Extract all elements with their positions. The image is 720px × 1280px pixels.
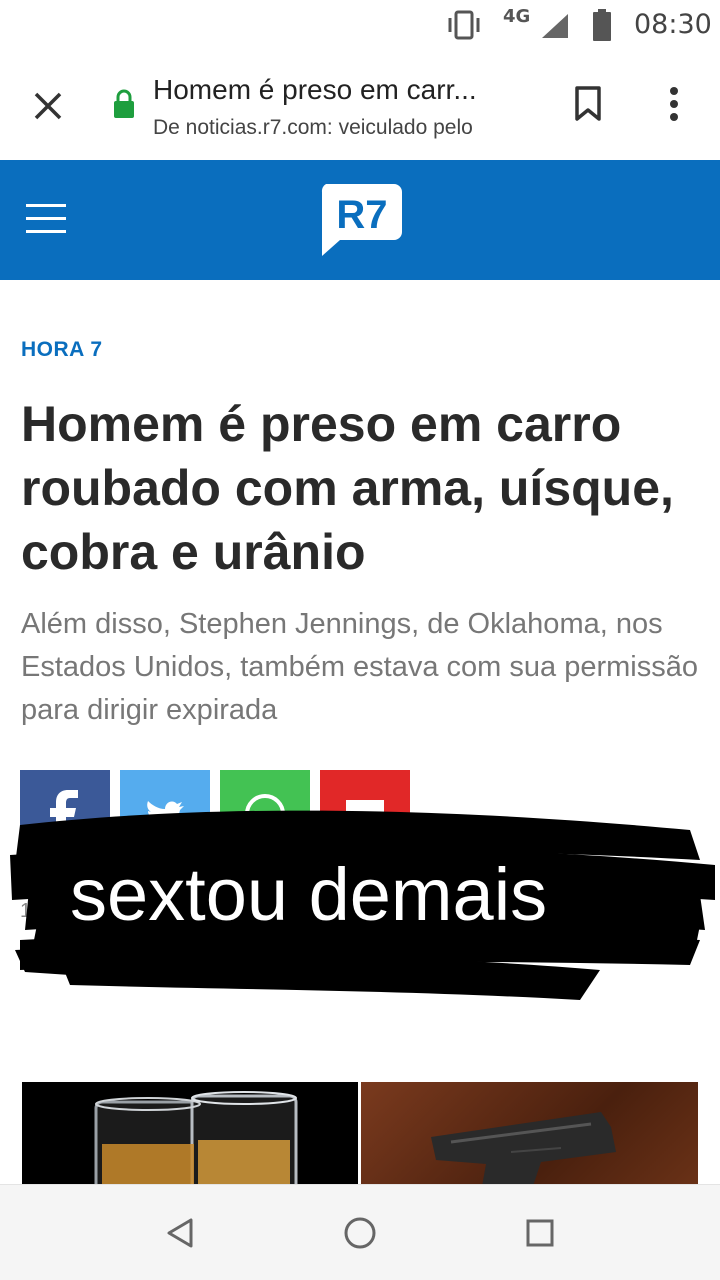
page-url[interactable]: De noticias.r7.com: veiculado pelo bbox=[153, 116, 473, 140]
home-button[interactable] bbox=[338, 1211, 382, 1255]
back-button[interactable] bbox=[158, 1211, 202, 1255]
svg-text:R7: R7 bbox=[336, 193, 387, 237]
bookmark-icon bbox=[575, 86, 601, 121]
vibrate-icon bbox=[448, 10, 480, 40]
article-headline: Homem é preso em carro roubado com arma,… bbox=[21, 396, 674, 580]
handgun-image bbox=[431, 1112, 616, 1192]
recents-icon bbox=[526, 1219, 554, 1247]
browser-toolbar: Homem é preso em carr... De noticias.r7.… bbox=[0, 50, 720, 160]
site-header: R7 bbox=[0, 160, 720, 280]
more-vert-icon bbox=[670, 87, 678, 121]
recents-button[interactable] bbox=[518, 1211, 562, 1255]
r7-logo[interactable]: R7 bbox=[316, 180, 406, 260]
status-bar: 4G 08:30 bbox=[0, 0, 720, 50]
back-icon bbox=[167, 1218, 193, 1248]
clock: 08:30 bbox=[634, 9, 712, 40]
article-subhead: Além disso, Stephen Jennings, de Oklahom… bbox=[21, 608, 698, 726]
menu-icon[interactable] bbox=[26, 204, 72, 236]
more-options-button[interactable] bbox=[654, 82, 694, 126]
close-button[interactable] bbox=[24, 82, 72, 130]
section-label[interactable]: HORA 7 bbox=[21, 338, 103, 362]
battery-icon bbox=[593, 9, 611, 41]
lock-icon bbox=[114, 89, 134, 118]
network-type: 4G bbox=[503, 6, 531, 27]
signal-icon bbox=[542, 14, 568, 38]
system-nav-bar bbox=[0, 1184, 720, 1280]
handgun-photo[interactable] bbox=[361, 1082, 698, 1192]
bookmark-button[interactable] bbox=[566, 82, 610, 126]
home-icon bbox=[344, 1217, 376, 1249]
page-title[interactable]: Homem é preso em carr... bbox=[153, 74, 477, 106]
close-icon bbox=[34, 92, 62, 120]
whisky-glasses-image bbox=[94, 1091, 298, 1192]
whisky-glasses-photo[interactable] bbox=[22, 1082, 358, 1192]
overlay-caption: sextou demais bbox=[70, 853, 548, 936]
